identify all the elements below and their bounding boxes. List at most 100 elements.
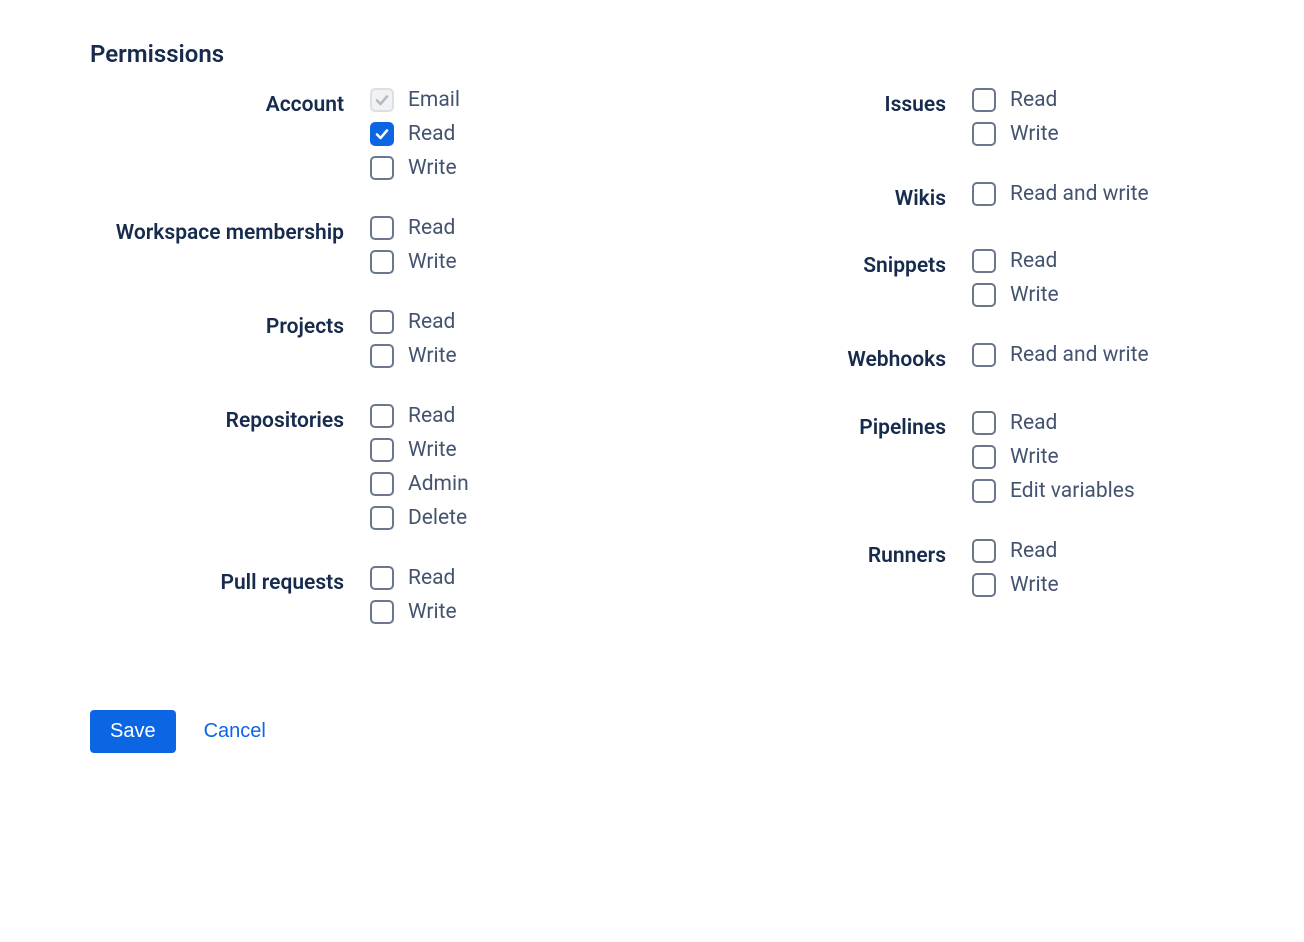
checkbox-account-email [370,88,394,112]
checkbox-wikis-read-and-write[interactable] [972,182,996,206]
save-button[interactable]: Save [90,710,176,753]
permission-option-account-read: Read [370,122,460,146]
option-label: Write [1010,283,1059,307]
option-label: Write [1010,573,1059,597]
permission-option-issues-write: Write [972,122,1059,146]
permission-option-projects-read: Read [370,310,457,334]
option-label: Read [1010,539,1057,563]
permissions-column: AccountEmailReadWriteWorkspace membershi… [90,88,612,660]
checkbox-runners-read[interactable] [972,539,996,563]
checkbox-account-read[interactable] [370,122,394,146]
option-label: Read [408,122,455,146]
permission-options: Read Write [972,88,1059,146]
permission-option-wikis-read-and-write: Read and write [972,182,1149,206]
checkbox-runners-write[interactable] [972,573,996,597]
checkbox-workspace-membership-write[interactable] [370,250,394,274]
permission-group-label: Projects [90,310,370,341]
option-label: Email [408,88,460,112]
option-label: Read and write [1010,182,1149,206]
permission-option-workspace-membership-write: Write [370,250,457,274]
option-label: Read [408,216,455,240]
option-label: Write [408,438,457,462]
checkbox-account-write[interactable] [370,156,394,180]
permission-option-repositories-delete: Delete [370,506,469,530]
permission-options: Read Write [972,249,1059,307]
permission-group-label: Pipelines [692,411,972,442]
permission-option-webhooks-read-and-write: Read and write [972,343,1149,367]
permission-group-label: Account [90,88,370,119]
permission-options: EmailReadWrite [370,88,460,180]
permission-group-label: Pull requests [90,566,370,597]
permission-option-runners-write: Write [972,573,1059,597]
checkbox-snippets-write[interactable] [972,283,996,307]
permission-group-projects: Projects Read Write [90,310,612,368]
permission-option-pipelines-write: Write [972,445,1135,469]
permission-option-pull-requests-write: Write [370,600,457,624]
permission-option-workspace-membership-read: Read [370,216,457,240]
permission-options: Read and write [972,182,1149,206]
option-label: Read [1010,411,1057,435]
permission-group-pull-requests: Pull requests Read Write [90,566,612,624]
permission-options: Read Write [972,539,1059,597]
permission-group-repositories: Repositories Read Write Admin Delete [90,404,612,530]
checkbox-pull-requests-read[interactable] [370,566,394,590]
option-label: Read [1010,88,1057,112]
checkbox-pipelines-edit-variables[interactable] [972,479,996,503]
checkbox-issues-read[interactable] [972,88,996,112]
checkbox-repositories-read[interactable] [370,404,394,428]
permission-options: Read Write [370,566,457,624]
permission-group-label: Repositories [90,404,370,435]
permission-option-pipelines-read: Read [972,411,1135,435]
permission-group-workspace-membership: Workspace membershipReadWrite [90,216,612,274]
checkbox-pipelines-write[interactable] [972,445,996,469]
permission-options: Read Write [370,216,457,274]
permission-group-label: Snippets [692,249,972,280]
permission-option-pipelines-edit-variables: Edit variables [972,479,1135,503]
checkbox-issues-write[interactable] [972,122,996,146]
permission-options: Read and write [972,343,1149,367]
option-label: Write [1010,122,1059,146]
permission-option-issues-read: Read [972,88,1059,112]
option-label: Admin [408,472,469,496]
checkbox-repositories-write[interactable] [370,438,394,462]
permission-group-pipelines: Pipelines Read Write Edit variables [692,411,1214,503]
permission-group-webhooks: Webhooks Read and write [692,343,1214,374]
permission-group-label: Runners [692,539,972,570]
permission-group-runners: Runners Read Write [692,539,1214,597]
checkbox-pipelines-read[interactable] [972,411,996,435]
option-label: Read and write [1010,343,1149,367]
permission-group-snippets: Snippets Read Write [692,249,1214,307]
cancel-button[interactable]: Cancel [196,710,274,753]
permission-option-snippets-read: Read [972,249,1059,273]
permission-options: Read Write [370,310,457,368]
permission-group-label: Wikis [692,182,972,213]
permission-options: Read Write Admin Delete [370,404,469,530]
permission-option-repositories-write: Write [370,438,469,462]
checkbox-repositories-admin[interactable] [370,472,394,496]
permission-group-label: Webhooks [692,343,972,374]
permissions-column: IssuesReadWriteWikisRead and writeSnippe… [692,88,1214,660]
checkbox-repositories-delete[interactable] [370,506,394,530]
permission-option-runners-read: Read [972,539,1059,563]
permission-option-account-email: Email [370,88,460,112]
option-label: Write [408,344,457,368]
option-label: Read [408,566,455,590]
permission-group-issues: IssuesReadWrite [692,88,1214,146]
permission-option-snippets-write: Write [972,283,1059,307]
option-label: Edit variables [1010,479,1135,503]
permission-group-wikis: Wikis Read and write [692,182,1214,213]
option-label: Write [1010,445,1059,469]
option-label: Read [408,404,455,428]
permission-option-repositories-admin: Admin [370,472,469,496]
checkbox-snippets-read[interactable] [972,249,996,273]
checkbox-projects-write[interactable] [370,344,394,368]
permission-option-pull-requests-read: Read [370,566,457,590]
checkbox-webhooks-read-and-write[interactable] [972,343,996,367]
checkbox-pull-requests-write[interactable] [370,600,394,624]
option-label: Read [1010,249,1057,273]
option-label: Write [408,600,457,624]
checkbox-projects-read[interactable] [370,310,394,334]
checkbox-workspace-membership-read[interactable] [370,216,394,240]
option-label: Read [408,310,455,334]
option-label: Delete [408,506,467,530]
